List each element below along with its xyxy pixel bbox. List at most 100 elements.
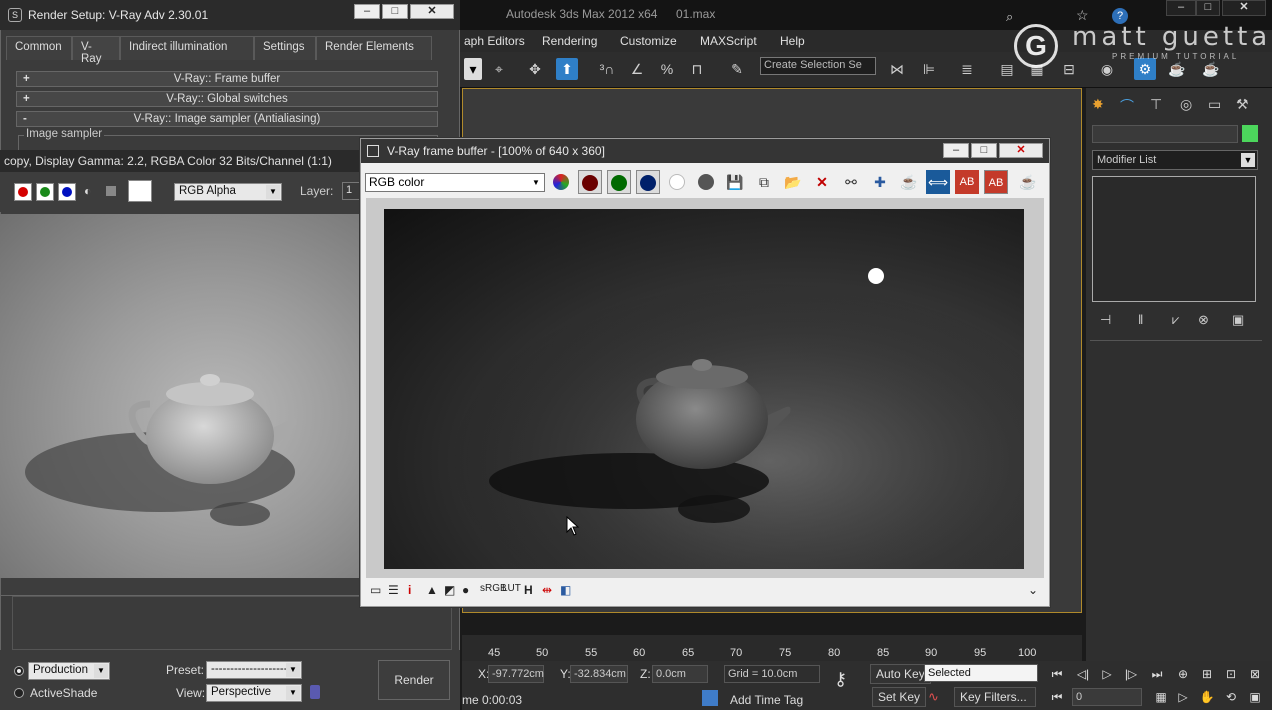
open-folder-icon[interactable]: 📂 [781, 170, 805, 194]
menu-customize[interactable]: Customize [620, 34, 677, 48]
maximize-button[interactable]: □ [382, 4, 408, 19]
production-radio[interactable] [14, 666, 24, 676]
auto-key-button[interactable]: Auto Key [870, 664, 931, 684]
save-image-icon[interactable]: 💾 [723, 170, 747, 194]
remove-modifier-icon[interactable]: ⊗ [1198, 312, 1209, 328]
object-color-swatch[interactable] [1242, 125, 1258, 142]
next-frame-icon[interactable]: |▷ [1122, 665, 1140, 683]
object-name-field[interactable] [1092, 125, 1238, 143]
minimize-button[interactable]: – [943, 143, 969, 158]
rollout-frame-buffer[interactable]: + V-Ray:: Frame buffer [16, 71, 438, 87]
mirror-icon[interactable]: ⋈ [886, 58, 908, 80]
key-filters-button[interactable]: Key Filters... [954, 687, 1036, 707]
show-ab-vertical-icon[interactable]: AB [984, 170, 1008, 194]
vfb-curve-icon[interactable]: ◩ [444, 583, 455, 597]
tab-vray[interactable]: V-Ray [72, 36, 120, 65]
region-render-icon[interactable]: ✚ [868, 170, 892, 194]
display-tab-icon[interactable]: ▭ [1208, 96, 1228, 116]
edit-named-sel-icon[interactable]: ✎ [726, 58, 748, 80]
vfb-settings-icon[interactable]: ☰ [388, 583, 399, 597]
maximize-viewport-icon[interactable]: ▣ [1246, 688, 1264, 706]
menu-graph-editors[interactable]: aph Editors [464, 34, 525, 48]
zoom-icon[interactable]: ⊕ [1174, 665, 1192, 683]
minimize-button[interactable]: – [354, 4, 380, 19]
show-end-result-icon[interactable]: ‖ [1138, 312, 1143, 327]
graphite-icon[interactable]: ▤ [996, 58, 1018, 80]
time-config-icon[interactable]: ▦ [1152, 688, 1170, 706]
menu-help[interactable]: Help [780, 34, 805, 48]
configure-sets-icon[interactable]: ▣ [1232, 312, 1244, 328]
render-setup-icon[interactable]: ⚙ [1134, 58, 1156, 80]
vfb-pixel-aspect-icon[interactable]: ⇹ [542, 583, 552, 597]
align-icon[interactable]: ⊫ [918, 58, 940, 80]
close-button[interactable]: ✕ [999, 143, 1043, 158]
binoculars-icon[interactable]: ⌕ [1006, 9, 1013, 25]
material-editor-icon[interactable]: ◉ [1096, 58, 1118, 80]
vfb-render-canvas[interactable] [384, 209, 1024, 569]
percent-snap-icon[interactable]: % [656, 58, 678, 80]
vfb-info-icon[interactable]: i [408, 583, 411, 597]
maximize-button[interactable]: □ [971, 143, 997, 158]
production-dropdown[interactable]: Production ▼ [28, 662, 110, 680]
select-region-icon[interactable]: ⬆ [556, 58, 578, 80]
play-icon[interactable]: ▷ [1098, 665, 1116, 683]
duplicate-to-mfb-icon[interactable]: ⧉ [752, 170, 776, 194]
zoom-all-icon[interactable]: ⊞ [1198, 665, 1216, 683]
green-channel-icon[interactable] [607, 170, 631, 194]
alpha-channel-icon[interactable]: ◐ [84, 184, 91, 198]
vfb-history-icon[interactable]: ▭ [370, 583, 381, 597]
orbit-icon[interactable]: ⟲ [1222, 688, 1240, 706]
show-ab-horizontal-icon[interactable]: AB [955, 170, 979, 194]
angle-snap-icon[interactable]: ∠ [626, 58, 648, 80]
tab-render-elements[interactable]: Render Elements [316, 36, 432, 60]
move-icon[interactable]: ✥ [524, 58, 546, 80]
pin-stack-icon[interactable]: ⊣ [1100, 312, 1111, 328]
channel-dropdown[interactable]: RGB Alpha ▼ [174, 183, 282, 201]
rollout-image-sampler[interactable]: - V-Ray:: Image sampler (Antialiasing) [16, 111, 438, 127]
hierarchy-tab-icon[interactable]: ⊤ [1150, 96, 1170, 116]
selected-dropdown[interactable]: Selected [924, 664, 1038, 682]
timeline-ruler[interactable]: 45 50 55 60 65 70 75 80 85 90 95 100 [462, 635, 1082, 661]
x-coordinate-field[interactable]: -97.772cm [488, 665, 544, 683]
tab-indirect-illumination[interactable]: Indirect illumination [120, 36, 254, 60]
modify-tab-icon[interactable]: ⌒ [1120, 96, 1140, 116]
layer-field[interactable]: 1 [342, 182, 360, 200]
close-button[interactable]: ✕ [1222, 0, 1266, 16]
key-mode-icon[interactable]: ∿ [928, 689, 939, 705]
vfb-levels-icon[interactable]: ▲ [426, 583, 438, 597]
menu-maxscript[interactable]: MAXScript [700, 34, 757, 48]
time-tag-icon[interactable] [702, 690, 718, 706]
blue-channel-icon[interactable] [636, 170, 660, 194]
vfb-stereo-icon[interactable]: ◧ [560, 583, 571, 597]
layers-icon[interactable]: ≣ [956, 58, 978, 80]
vfb-hist-icon[interactable]: H [524, 583, 533, 597]
set-key-button[interactable]: Set Key [872, 687, 927, 707]
utilities-tab-icon[interactable]: ⚒ [1236, 96, 1256, 116]
rollout-global-switches[interactable]: + V-Ray:: Global switches [16, 91, 438, 107]
select-link-icon[interactable]: ⌖ [488, 58, 510, 80]
modifier-stack[interactable] [1092, 176, 1256, 302]
menu-rendering[interactable]: Rendering [542, 34, 597, 48]
make-unique-icon[interactable]: ⩗ [1172, 312, 1179, 328]
create-tab-icon[interactable]: ✸ [1092, 96, 1112, 116]
zoom-extents-icon[interactable]: ⊡ [1222, 665, 1240, 683]
snap-3d-icon[interactable]: ³∩ [596, 58, 618, 80]
rgb-channels-icon[interactable] [549, 170, 573, 194]
render-button[interactable]: Render [378, 660, 450, 700]
pan-icon[interactable]: ✋ [1198, 688, 1216, 706]
lock-icon[interactable] [310, 685, 320, 699]
activeshade-radio[interactable] [14, 688, 24, 698]
add-time-tag-button[interactable]: Add Time Tag [730, 693, 803, 707]
y-coordinate-field[interactable]: -32.834cm [570, 665, 628, 683]
view-dropdown[interactable]: Perspective ▼ [206, 684, 302, 702]
go-to-end-icon[interactable]: ⏭ [1148, 665, 1166, 683]
rendered-frame-icon[interactable]: ☕ [1166, 58, 1188, 80]
previous-frame-icon[interactable]: ◁| [1074, 665, 1092, 683]
current-frame-field[interactable]: 0 [1072, 688, 1142, 706]
tab-common[interactable]: Common [6, 36, 72, 60]
red-channel-toggle[interactable] [14, 183, 32, 201]
motion-tab-icon[interactable]: ◎ [1180, 96, 1200, 116]
vfb-exposure-icon[interactable]: ● [462, 583, 469, 597]
blue-channel-toggle[interactable] [58, 183, 76, 201]
close-button[interactable]: ✕ [410, 4, 454, 19]
